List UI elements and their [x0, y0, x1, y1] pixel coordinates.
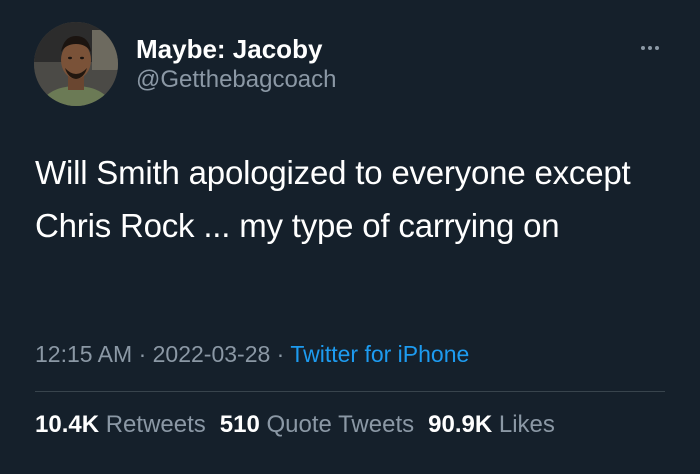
- quote-tweets-label: Quote Tweets: [266, 411, 415, 438]
- user-handle[interactable]: @Getthebagcoach: [136, 66, 337, 94]
- retweets-count: 10.4K: [35, 411, 100, 438]
- likes-stat[interactable]: 90.9K Likes: [428, 411, 555, 439]
- likes-count: 90.9K: [428, 411, 493, 438]
- tweet-time[interactable]: 12:15 AM: [35, 341, 132, 367]
- avatar[interactable]: [34, 22, 118, 106]
- profile-photo-icon: [34, 22, 118, 106]
- tweet-date[interactable]: 2022-03-28: [153, 341, 271, 367]
- divider: [35, 391, 665, 392]
- tweet-meta: 12:15 AM · 2022-03-28 · Twitter for iPho…: [35, 341, 469, 368]
- display-name[interactable]: Maybe: Jacoby: [136, 34, 322, 65]
- quote-tweets-stat[interactable]: 510 Quote Tweets: [220, 411, 414, 439]
- tweet-card: Maybe: Jacoby @Getthebagcoach Will Smith…: [0, 0, 700, 474]
- tweet-text: Will Smith apologized to everyone except…: [35, 154, 631, 244]
- meta-separator: ·: [132, 341, 153, 367]
- tweet-stats: 10.4K Retweets 510 Quote Tweets 90.9K Like…: [35, 411, 569, 439]
- retweets-stat[interactable]: 10.4K Retweets: [35, 411, 206, 439]
- likes-label: Likes: [498, 411, 555, 438]
- tweet-source-link[interactable]: Twitter for iPhone: [290, 341, 469, 367]
- quote-tweets-count: 510: [219, 411, 260, 438]
- meta-separator: ·: [270, 341, 291, 367]
- retweets-label: Retweets: [105, 411, 206, 438]
- more-options-icon[interactable]: [634, 40, 666, 56]
